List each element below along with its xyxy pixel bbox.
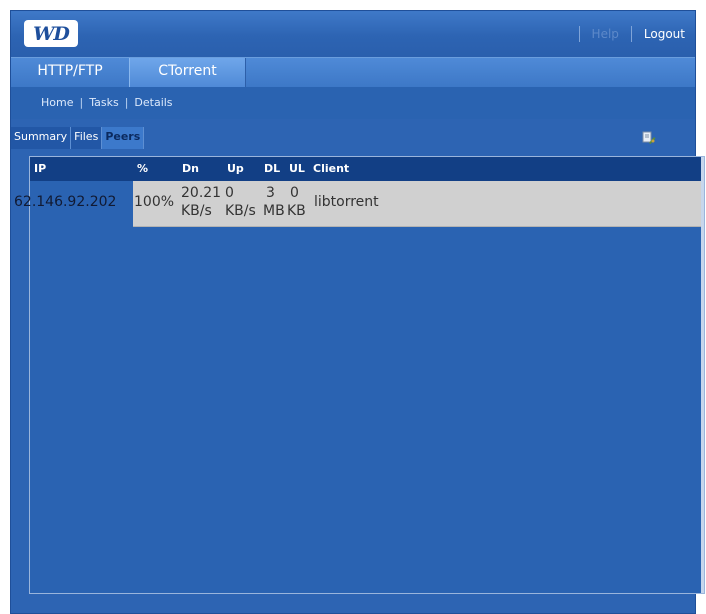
tab-summary[interactable]: Summary	[11, 127, 72, 149]
peer-dl-unit: MB	[263, 203, 285, 219]
peer-ul-unit: KB	[287, 203, 306, 219]
peer-dn-value: 20.21	[181, 185, 222, 201]
top-bar: WD Help Logout	[11, 11, 695, 57]
detail-tabs: Summary Files Peers	[11, 127, 145, 149]
table-header: IP % Dn Up DL UL Client	[30, 157, 704, 181]
tab-http-ftp[interactable]: HTTP/FTP	[11, 58, 129, 87]
help-link[interactable]: Help	[592, 27, 619, 41]
column-dn[interactable]: Dn	[182, 162, 199, 175]
top-links: Help Logout	[567, 26, 685, 42]
tools-settings-icon[interactable]	[642, 131, 656, 144]
table-row[interactable]: 62.146.92.202 100% 20.21 KB/s 0 KB/s 3 M…	[14, 181, 704, 229]
peers-panel: IP % Dn Up DL UL Client 62.146.92.202 10…	[14, 156, 705, 594]
peer-percent: 100%	[134, 194, 175, 210]
column-percent[interactable]: %	[137, 162, 148, 175]
scrollbar[interactable]	[701, 157, 704, 593]
breadcrumb: Home | Tasks | Details	[41, 96, 173, 109]
peer-dn-unit: KB/s	[181, 203, 212, 219]
peer-up-unit: KB/s	[225, 203, 256, 219]
tab-files[interactable]: Files	[71, 127, 103, 149]
peer-ip: 62.146.92.202	[14, 194, 117, 210]
breadcrumb-separator: |	[124, 96, 129, 109]
peer-up-value: 0	[225, 185, 234, 201]
breadcrumb-home[interactable]: Home	[41, 96, 73, 109]
divider	[578, 26, 580, 42]
app-window: WD Help Logout HTTP/FTP CTorrent Home | …	[10, 10, 705, 614]
breadcrumb-separator: |	[79, 96, 84, 109]
column-client[interactable]: Client	[313, 162, 349, 175]
logo-text: WD	[33, 22, 70, 45]
column-ul[interactable]: UL	[289, 162, 305, 175]
column-dl[interactable]: DL	[264, 162, 280, 175]
peer-client: libtorrent	[314, 194, 379, 210]
breadcrumb-tasks[interactable]: Tasks	[89, 96, 118, 109]
tab-peers[interactable]: Peers	[102, 127, 145, 149]
column-up[interactable]: Up	[227, 162, 244, 175]
tab-ctorrent[interactable]: CTorrent	[129, 58, 246, 87]
main-tab-bar: HTTP/FTP CTorrent	[11, 57, 695, 87]
peer-ul-value: 0	[290, 185, 299, 201]
breadcrumb-details[interactable]: Details	[134, 96, 172, 109]
column-ip[interactable]: IP	[34, 162, 46, 175]
peer-dl-value: 3	[266, 185, 275, 201]
logout-link[interactable]: Logout	[644, 27, 685, 41]
divider	[630, 26, 632, 42]
wd-logo: WD	[24, 20, 78, 47]
sub-navigation: Home | Tasks | Details	[11, 87, 695, 119]
